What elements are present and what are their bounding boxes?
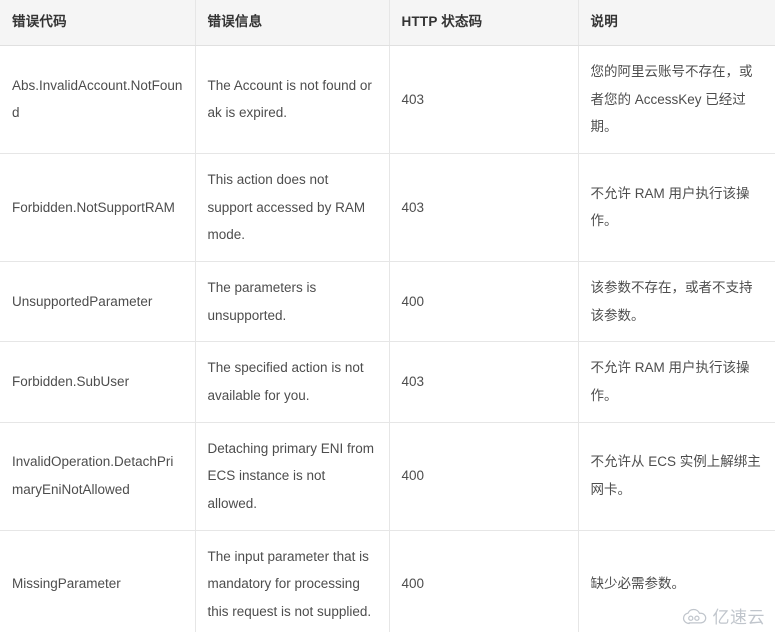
error-code-table-container: 错误代码 错误信息 HTTP 状态码 说明 Abs.InvalidAccount… (0, 0, 775, 632)
table-row: MissingParameter The input parameter tha… (0, 530, 775, 632)
column-header-description: 说明 (578, 0, 775, 46)
cell-http-status: 403 (389, 153, 579, 262)
cell-error-message: The specified action is not available fo… (195, 341, 390, 423)
cell-error-code: InvalidOperation.DetachPrimaryEniNotAllo… (0, 422, 196, 531)
error-code-table: 错误代码 错误信息 HTTP 状态码 说明 Abs.InvalidAccount… (0, 0, 775, 632)
cell-error-code: MissingParameter (0, 530, 196, 632)
column-header-http-status: HTTP 状态码 (389, 0, 579, 46)
cell-error-code: UnsupportedParameter (0, 261, 196, 343)
cell-http-status: 400 (389, 530, 579, 632)
cell-description: 缺少必需参数。 (578, 530, 775, 632)
cell-error-code: Forbidden.NotSupportRAM (0, 153, 196, 262)
table-row: Forbidden.SubUser The specified action i… (0, 341, 775, 423)
cell-description: 您的阿里云账号不存在，或者您的 AccessKey 已经过期。 (578, 45, 775, 154)
cell-error-message: The parameters is unsupported. (195, 261, 390, 343)
cell-error-message: The input parameter that is mandatory fo… (195, 530, 390, 632)
cell-error-message: The Account is not found or ak is expire… (195, 45, 390, 154)
cell-http-status: 400 (389, 422, 579, 531)
cell-description: 不允许 RAM 用户执行该操作。 (578, 341, 775, 423)
cell-description: 不允许 RAM 用户执行该操作。 (578, 153, 775, 262)
cell-http-status: 400 (389, 261, 579, 343)
table-row: Forbidden.NotSupportRAM This action does… (0, 153, 775, 262)
cell-error-message: Detaching primary ENI from ECS instance … (195, 422, 390, 531)
cell-description: 不允许从 ECS 实例上解绑主网卡。 (578, 422, 775, 531)
table-header-row: 错误代码 错误信息 HTTP 状态码 说明 (0, 0, 775, 46)
cell-http-status: 403 (389, 45, 579, 154)
cell-error-code: Abs.InvalidAccount.NotFound (0, 45, 196, 154)
cell-error-code: Forbidden.SubUser (0, 341, 196, 423)
table-body: Abs.InvalidAccount.NotFound The Account … (0, 45, 775, 632)
column-header-error-code: 错误代码 (0, 0, 196, 46)
cell-error-message: This action does not support accessed by… (195, 153, 390, 262)
table-header: 错误代码 错误信息 HTTP 状态码 说明 (0, 0, 775, 46)
column-header-error-message: 错误信息 (195, 0, 390, 46)
cell-description: 该参数不存在，或者不支持该参数。 (578, 261, 775, 343)
table-row: InvalidOperation.DetachPrimaryEniNotAllo… (0, 422, 775, 531)
table-row: UnsupportedParameter The parameters is u… (0, 261, 775, 343)
table-row: Abs.InvalidAccount.NotFound The Account … (0, 45, 775, 154)
cell-http-status: 403 (389, 341, 579, 423)
